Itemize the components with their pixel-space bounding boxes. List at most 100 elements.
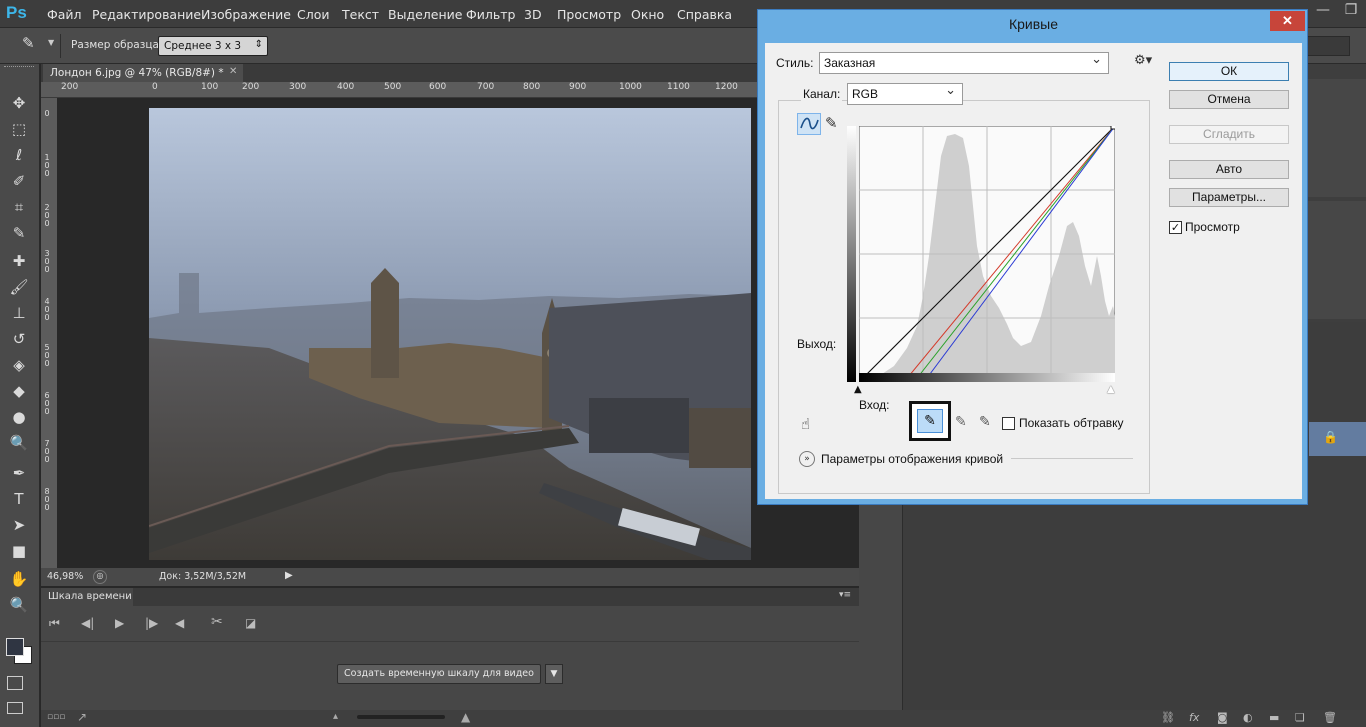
minimize-icon[interactable]: — <box>1308 2 1338 22</box>
white-point-slider[interactable]: ▲ <box>1107 384 1115 395</box>
audio-icon[interactable]: ◀ <box>175 616 184 630</box>
type-tool-icon[interactable]: T <box>7 488 31 510</box>
frame-mode-icon[interactable]: ▫▫▫ <box>47 712 65 722</box>
style-select[interactable]: Заказная <box>819 51 1109 74</box>
status-menu-arrow-icon[interactable]: ▶ <box>285 570 293 581</box>
eraser-tool-icon[interactable]: ◈ <box>7 354 31 376</box>
ruler-tick-label: 200 <box>61 82 79 92</box>
show-clipping-checkbox[interactable] <box>1002 417 1015 430</box>
close-button[interactable]: ✕ <box>1270 11 1305 31</box>
next-frame-icon[interactable]: |▶ <box>145 616 158 630</box>
curves-graph[interactable] <box>859 126 1115 382</box>
pen-tool-icon[interactable]: ✒ <box>7 462 31 484</box>
menu-help[interactable]: Справка <box>677 7 732 22</box>
history-brush-tool-icon[interactable]: ↺ <box>7 328 31 350</box>
ruler-tick-label: 700 <box>477 82 495 92</box>
menu-layers[interactable]: Слои <box>297 7 330 22</box>
tool-preset-chevron-icon[interactable]: ▼ <box>48 38 54 47</box>
blur-tool-icon[interactable]: ● <box>7 406 31 428</box>
document-tab[interactable]: Лондон 6.jpg @ 47% (RGB/8#) * ✕ <box>43 64 243 82</box>
zoom-out-icon[interactable]: ▴ <box>333 711 338 722</box>
menu-edit[interactable]: Редактирование <box>92 7 201 22</box>
menu-3d[interactable]: 3D <box>524 7 542 22</box>
document-image[interactable] <box>149 108 751 560</box>
style-label: Стиль: <box>776 56 814 70</box>
rectangle-tool-icon[interactable]: ■ <box>7 540 31 562</box>
layer-row-selected[interactable]: 🔒 <box>1309 422 1366 456</box>
zoom-in-icon[interactable]: ▲ <box>461 710 470 724</box>
zoom-tool-icon[interactable]: 🔍 <box>7 594 31 616</box>
white-eyedropper-icon[interactable]: ✎ <box>979 414 991 430</box>
paint-bucket-tool-icon[interactable]: ◆ <box>7 380 31 402</box>
output-gradient <box>847 126 856 382</box>
sample-size-select[interactable]: Среднее 3 x 3 <box>158 36 268 56</box>
new-group-icon[interactable]: ▬ <box>1269 711 1279 724</box>
zoom-slider[interactable] <box>357 715 445 719</box>
new-layer-icon[interactable]: ❏ <box>1295 711 1305 724</box>
panel-menu-icon[interactable]: ▾≡ <box>839 590 851 600</box>
black-eyedropper-icon[interactable]: ✎ <box>917 409 943 433</box>
auto-button[interactable]: Авто <box>1169 160 1289 179</box>
create-video-timeline-button[interactable]: Создать временную шкалу для видео <box>337 664 541 684</box>
menu-type[interactable]: Текст <box>342 7 379 22</box>
crop-tool-icon[interactable]: ⌗ <box>7 196 31 218</box>
gray-eyedropper-icon[interactable]: ✎ <box>955 414 967 430</box>
ruler-tick-label: 300 <box>289 82 307 92</box>
menu-image[interactable]: Изображение <box>201 7 291 22</box>
foreground-color-swatch[interactable] <box>6 638 24 656</box>
timeline-tab[interactable]: Шкала времени <box>41 588 133 606</box>
delete-layer-icon[interactable]: 🗑 <box>1323 711 1337 724</box>
eyedropper-tool-icon[interactable]: ✎ <box>22 34 35 52</box>
cancel-button[interactable]: Отмена <box>1169 90 1289 109</box>
brush-tool-icon[interactable]: 🖌 <box>7 276 31 298</box>
curve-point-tool[interactable] <box>797 113 821 135</box>
convert-icon[interactable]: ↗ <box>77 710 87 724</box>
curve-endpoint[interactable] <box>1110 126 1115 130</box>
menu-filter[interactable]: Фильтр <box>466 7 515 22</box>
adjustment-layer-icon[interactable]: ◐ <box>1243 711 1253 724</box>
play-icon[interactable]: ▶ <box>115 616 124 630</box>
dodge-tool-icon[interactable]: 🔍 <box>7 432 31 454</box>
previous-frame-icon[interactable]: ◀| <box>81 616 94 630</box>
quick-mask-icon[interactable] <box>7 676 23 690</box>
zoom-level[interactable]: 46,98% <box>47 571 83 582</box>
gear-icon[interactable]: ⚙▾ <box>1134 53 1152 68</box>
link-layers-icon[interactable]: ⛓ <box>1161 711 1175 724</box>
ruler-tick-label: 8 0 0 <box>44 487 50 512</box>
black-point-slider[interactable]: ▲ <box>854 384 862 395</box>
menu-file[interactable]: Файл <box>47 7 82 22</box>
split-icon[interactable]: ✂ <box>211 614 223 630</box>
hand-tool-icon[interactable]: ✋ <box>7 568 31 590</box>
quick-select-tool-icon[interactable]: ✐ <box>7 170 31 192</box>
photoshop-logo: Ps <box>6 3 27 22</box>
ruler-tick-label: 4 0 0 <box>44 297 50 322</box>
fx-icon[interactable]: fx <box>1189 711 1199 724</box>
maximize-icon[interactable]: ❐ <box>1336 2 1366 22</box>
ok-button[interactable]: ОК <box>1169 62 1289 81</box>
eyedropper-tool-icon[interactable]: ✎ <box>7 222 31 244</box>
preview-checkbox[interactable]: ✓ <box>1169 221 1182 234</box>
expand-chevron-icon[interactable]: » <box>799 451 815 467</box>
marquee-tool-icon[interactable]: ⬚ <box>7 118 31 140</box>
channel-select[interactable]: RGB <box>847 82 963 105</box>
move-tool-icon[interactable]: ✥ <box>7 92 31 114</box>
menu-view[interactable]: Просмотр <box>557 7 621 22</box>
close-icon[interactable]: ✕ <box>229 66 237 77</box>
path-select-tool-icon[interactable]: ➤ <box>7 514 31 536</box>
screen-mode-icon[interactable] <box>7 702 23 714</box>
clone-stamp-tool-icon[interactable]: ⊥ <box>7 302 31 324</box>
menu-window[interactable]: Окно <box>631 7 664 22</box>
menu-select[interactable]: Выделение <box>388 7 462 22</box>
go-to-first-frame-icon[interactable]: ⏮ <box>49 616 60 631</box>
add-mask-icon[interactable]: ◙ <box>1217 711 1228 724</box>
options-button[interactable]: Параметры... <box>1169 188 1289 207</box>
curve-display-options-label[interactable]: Параметры отображения кривой <box>821 452 1003 466</box>
pencil-icon[interactable]: ✎ <box>825 114 838 132</box>
chevron-down-icon[interactable]: ▼ <box>545 664 563 684</box>
status-icon[interactable]: ◎ <box>93 570 107 584</box>
transition-icon[interactable]: ◪ <box>245 616 256 630</box>
on-image-adjust-icon[interactable]: ☝ <box>801 415 810 433</box>
panel-grip[interactable] <box>4 66 34 72</box>
healing-brush-tool-icon[interactable]: ✚ <box>7 250 31 272</box>
lasso-tool-icon[interactable]: ℓ <box>7 144 31 166</box>
